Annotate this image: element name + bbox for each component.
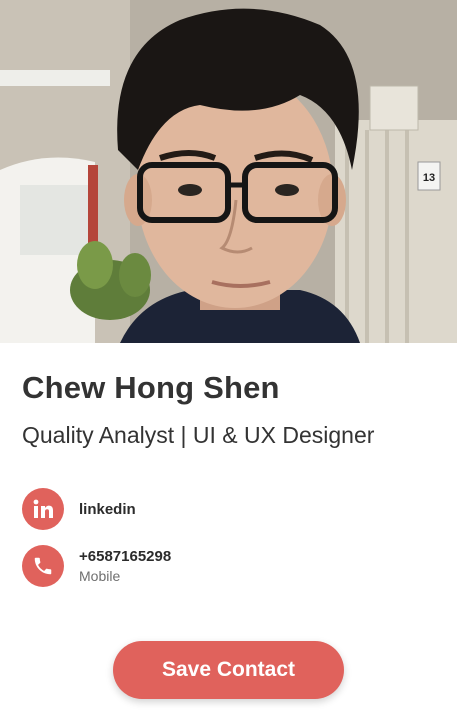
contact-card: 13 Chew Hong Shen Quality Analyst | UI &… xyxy=(0,0,457,725)
profile-photo: 13 xyxy=(0,0,457,343)
phone-type: Mobile xyxy=(79,568,121,584)
phone-icon[interactable] xyxy=(22,545,64,587)
linkedin-row[interactable]: linkedin xyxy=(22,488,136,530)
svg-text:13: 13 xyxy=(423,172,435,184)
phone-row[interactable]: +6587165298 Mobile xyxy=(22,545,171,587)
contact-title: Quality Analyst | UI & UX Designer xyxy=(22,422,375,448)
save-contact-button[interactable]: Save Contact xyxy=(113,641,344,699)
contact-name: Chew Hong Shen xyxy=(22,370,280,405)
phone-number[interactable]: +6587165298 xyxy=(79,548,171,565)
linkedin-icon[interactable] xyxy=(22,488,64,530)
linkedin-label[interactable]: linkedin xyxy=(79,501,136,518)
